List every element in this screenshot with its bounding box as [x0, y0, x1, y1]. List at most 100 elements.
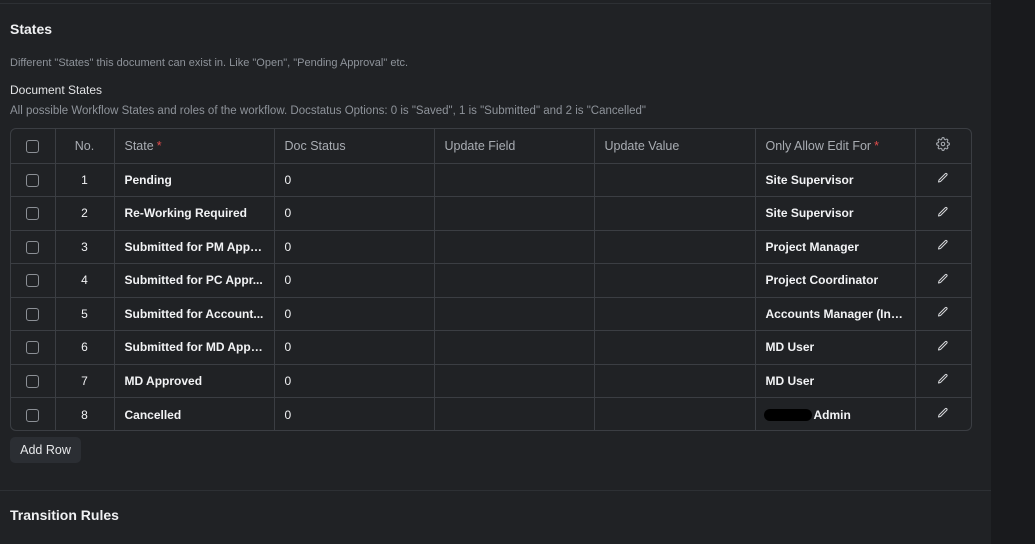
select-all-checkbox[interactable] [26, 139, 40, 153]
edit-icon[interactable] [937, 340, 949, 355]
edit-icon[interactable] [937, 373, 949, 388]
edit-icon[interactable] [937, 273, 949, 288]
column-header-update-value: Update Value [594, 129, 756, 164]
table-row[interactable]: 1 Pending 0 Site Supervisor [11, 163, 971, 197]
top-divider [0, 3, 991, 4]
row-checkbox[interactable] [26, 274, 40, 288]
gear-icon[interactable] [936, 137, 951, 154]
edit-icon[interactable] [937, 239, 949, 254]
doc-status-cell[interactable]: 0 [274, 364, 435, 398]
update-value-cell[interactable] [594, 397, 756, 430]
row-edit-cell [915, 330, 971, 365]
column-header-state: State * [114, 129, 275, 164]
doc-status-cell[interactable]: 0 [274, 330, 435, 365]
only-allow-edit-for-cell[interactable]: Accounts Manager (Inv... [755, 297, 916, 331]
column-header-update-field: Update Field [434, 129, 595, 164]
row-checkbox[interactable] [26, 374, 40, 388]
states-section-description: Different "States" this document can exi… [10, 57, 409, 69]
edit-icon[interactable] [937, 407, 949, 422]
state-cell[interactable]: Re-Working Required [114, 196, 275, 231]
update-field-cell[interactable] [434, 230, 595, 264]
row-edit-cell [915, 196, 971, 231]
allow-role-label: Site Supervisor [765, 206, 854, 221]
update-value-cell[interactable] [594, 330, 756, 365]
update-field-cell[interactable] [434, 263, 595, 298]
required-marker: * [874, 138, 879, 153]
update-value-cell[interactable] [594, 196, 756, 231]
update-field-cell[interactable] [434, 297, 595, 331]
column-header-doc-status: Doc Status [274, 129, 435, 164]
only-allow-edit-for-cell[interactable]: Project Manager [755, 230, 916, 264]
only-allow-edit-for-cell[interactable]: Site Supervisor [755, 163, 916, 197]
table-row[interactable]: 3 Submitted for PM Appr... 0 Project Manage… [11, 230, 971, 264]
only-allow-edit-for-cell[interactable]: Admin [755, 397, 916, 430]
row-checkbox[interactable] [26, 341, 40, 355]
state-cell[interactable]: Submitted for MD Appr... [114, 330, 275, 365]
column-header-only-allow-edit-for: Only Allow Edit For * [755, 129, 916, 164]
update-field-cell[interactable] [434, 397, 595, 430]
allow-role-label: MD User [765, 373, 815, 388]
row-checkbox[interactable] [26, 207, 40, 221]
only-allow-edit-for-cell[interactable]: Project Coordinator [755, 263, 916, 298]
row-number: 5 [55, 297, 115, 331]
only-allow-edit-for-cell[interactable]: Site Supervisor [755, 196, 916, 231]
row-edit-cell [915, 364, 971, 398]
column-header-state-label: State [124, 138, 154, 153]
row-number: 4 [55, 263, 115, 298]
update-field-cell[interactable] [434, 163, 595, 197]
update-field-cell[interactable] [434, 330, 595, 365]
row-select-cell [11, 230, 56, 264]
row-select-cell [11, 330, 56, 365]
table-row[interactable]: 2 Re-Working Required 0 Site Supervisor [11, 196, 971, 231]
table-row[interactable]: 4 Submitted for PC Appr... 0 Project Coordi… [11, 263, 971, 298]
row-checkbox[interactable] [26, 173, 40, 187]
doc-status-cell[interactable]: 0 [274, 297, 435, 331]
only-allow-edit-for-cell[interactable]: MD User [755, 364, 916, 398]
column-header-update-value-label: Update Value [604, 138, 680, 153]
column-header-no-label: No. [74, 138, 95, 153]
table-row[interactable]: 8 Cancelled 0 Admin [11, 397, 971, 430]
table-header-row: No. State * Doc Status Update Field Updat… [11, 129, 971, 164]
allow-role-label: Site Supervisor [765, 172, 854, 187]
update-field-cell[interactable] [434, 196, 595, 231]
update-value-cell[interactable] [594, 230, 756, 264]
doc-status-cell[interactable]: 0 [274, 163, 435, 197]
edit-icon[interactable] [937, 172, 949, 187]
edit-icon[interactable] [937, 306, 949, 321]
row-number: 1 [55, 163, 115, 197]
table-row[interactable]: 5 Submitted for Account... 0 Accounts Manag… [11, 297, 971, 331]
only-allow-edit-for-cell[interactable]: MD User [755, 330, 916, 365]
doc-status-cell[interactable]: 0 [274, 196, 435, 231]
table-row[interactable]: 7 MD Approved 0 MD User [11, 364, 971, 398]
allow-role-label: Project Manager [765, 239, 859, 254]
update-value-cell[interactable] [594, 263, 756, 298]
allow-role-label: Accounts Manager (Inv... [765, 306, 907, 321]
doc-status-cell[interactable]: 0 [274, 230, 435, 264]
row-select-cell [11, 263, 56, 298]
table-row[interactable]: 6 Submitted for MD Appr... 0 MD User [11, 330, 971, 365]
update-value-cell[interactable] [594, 364, 756, 398]
row-select-cell [11, 397, 56, 430]
doc-status-cell[interactable]: 0 [274, 397, 435, 430]
edit-icon[interactable] [937, 206, 949, 221]
row-checkbox[interactable] [26, 240, 40, 254]
state-cell[interactable]: Submitted for Account... [114, 297, 275, 331]
allow-role-label: MD User [765, 340, 815, 355]
add-row-button[interactable]: Add Row [10, 437, 81, 463]
state-cell[interactable]: Cancelled [114, 397, 275, 430]
doc-status-cell[interactable]: 0 [274, 263, 435, 298]
update-field-cell[interactable] [434, 364, 595, 398]
state-cell[interactable]: Submitted for PC Appr... [114, 263, 275, 298]
redacted-text [763, 409, 812, 422]
row-checkbox[interactable] [26, 307, 40, 321]
row-select-cell [11, 196, 56, 231]
state-cell[interactable]: Submitted for PM Appr... [114, 230, 275, 264]
row-edit-cell [915, 263, 971, 298]
update-value-cell[interactable] [594, 163, 756, 197]
update-value-cell[interactable] [594, 297, 756, 331]
document-states-table: No. State * Doc Status Update Field Updat… [10, 128, 972, 431]
row-checkbox[interactable] [26, 408, 40, 422]
state-cell[interactable]: MD Approved [114, 364, 275, 398]
state-cell[interactable]: Pending [114, 163, 275, 197]
column-header-update-field-label: Update Field [444, 138, 516, 153]
